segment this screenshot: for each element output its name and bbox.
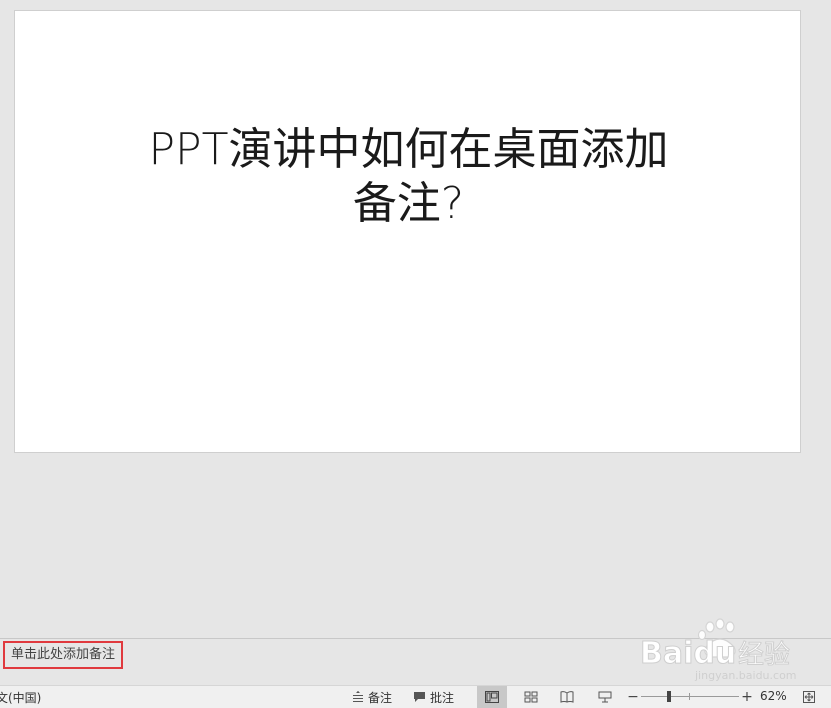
notes-pane[interactable]: 单击此处添加备注 [0, 639, 831, 685]
zoom-slider-center-mark [689, 693, 690, 700]
zoom-slider-track[interactable] [641, 696, 739, 697]
reading-view-icon [560, 691, 574, 703]
notes-placeholder[interactable]: 单击此处添加备注 [3, 641, 124, 669]
fit-to-window-icon[interactable] [801, 689, 817, 705]
slide-sorter-view-button[interactable] [516, 686, 546, 708]
slide-show-icon [598, 691, 612, 703]
zoom-level-label[interactable]: 62% [760, 689, 787, 703]
slide-show-button[interactable] [590, 686, 620, 708]
notes-icon [353, 691, 363, 702]
slide-canvas[interactable]: PPT演讲中如何在桌面添加 备注? [14, 10, 801, 453]
language-indicator[interactable]: 文(中国) [0, 689, 41, 706]
notes-toggle-label: 备注 [368, 690, 393, 705]
notes-toggle-button[interactable]: 备注 [352, 686, 392, 708]
powerpoint-window: PPT演讲中如何在桌面添加 备注? 单击此处添加备注 Baidu 经验 jing… [0, 0, 831, 708]
normal-view-button[interactable] [477, 686, 507, 708]
zoom-out-button[interactable]: − [627, 687, 639, 707]
comments-toggle-button[interactable]: 批注 [413, 686, 454, 708]
slide-title-line-1: PPT演讲中如何在桌面添加 [148, 124, 669, 175]
slide-title-line-2: 备注? [352, 178, 465, 229]
normal-view-icon [485, 691, 499, 703]
zoom-slider-thumb[interactable] [667, 691, 672, 702]
zoom-in-button[interactable]: + [741, 687, 753, 707]
comment-icon [414, 692, 425, 702]
status-bar: 文(中国) 备注 批注 − + 62% [0, 685, 831, 708]
slide-title[interactable]: PPT演讲中如何在桌面添加 备注? [85, 123, 732, 231]
slide-sorter-icon [524, 691, 538, 703]
comments-toggle-label: 批注 [430, 690, 455, 705]
reading-view-button[interactable] [552, 686, 582, 708]
